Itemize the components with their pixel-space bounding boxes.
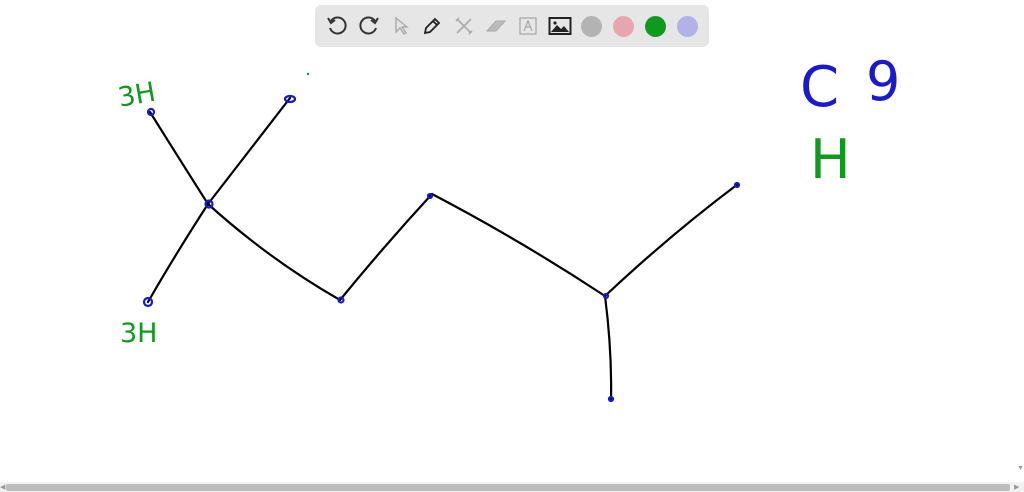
atom-markers [142,94,741,403]
color-swatch [581,15,603,37]
scroll-left-arrow-icon[interactable]: ◀ [0,483,5,491]
formula-carbon-count: 9 [866,50,900,113]
bond [206,202,342,302]
bond [146,202,210,304]
eraser-button[interactable] [483,13,509,39]
bond [338,192,434,302]
bond [603,182,740,298]
stray-dot [306,72,310,76]
color-swatch [612,15,634,37]
tools-icon [455,17,473,35]
formula-hydrogen: H [810,128,851,191]
bond [206,96,292,206]
bond [603,294,613,402]
carbon-skeleton [146,96,740,402]
eraser-icon [485,20,507,32]
color-green-button[interactable] [642,13,668,39]
redo-button[interactable] [356,13,382,39]
image-icon [548,17,572,35]
hydrogen-note-top: 3H [116,77,158,114]
text-icon [519,17,537,35]
select-button[interactable] [388,13,414,39]
hydrogen-note-bottom: 3H [120,318,157,349]
horizontal-scroll-thumb[interactable] [6,484,1010,491]
color-swatch [676,15,698,37]
formula-carbon: C [800,55,839,120]
tools-button[interactable] [451,13,477,39]
color-swatch [644,15,666,37]
pen-button[interactable] [419,13,445,39]
color-pink-button[interactable] [610,13,636,39]
drawing-toolbar [315,5,709,47]
bond [430,192,607,298]
scroll-right-arrow-icon[interactable]: ▶ [1014,483,1019,491]
vertical-scrollbar[interactable]: ▼ [1016,0,1024,480]
undo-button[interactable] [324,13,350,39]
color-gray-button[interactable] [579,13,605,39]
bond [148,110,210,206]
color-lavender-button[interactable] [674,13,700,39]
scroll-down-arrow-icon[interactable]: ▼ [1017,465,1024,472]
redo-icon [359,16,379,35]
undo-icon [327,16,347,35]
image-button[interactable] [547,13,573,39]
text-button[interactable] [515,13,541,39]
horizontal-scrollbar[interactable]: ◀ ▶ [0,482,1024,492]
cursor-icon [394,16,409,35]
pen-icon [424,17,441,35]
drawing-canvas[interactable]: 3H 3H C 9 H [0,0,1024,492]
